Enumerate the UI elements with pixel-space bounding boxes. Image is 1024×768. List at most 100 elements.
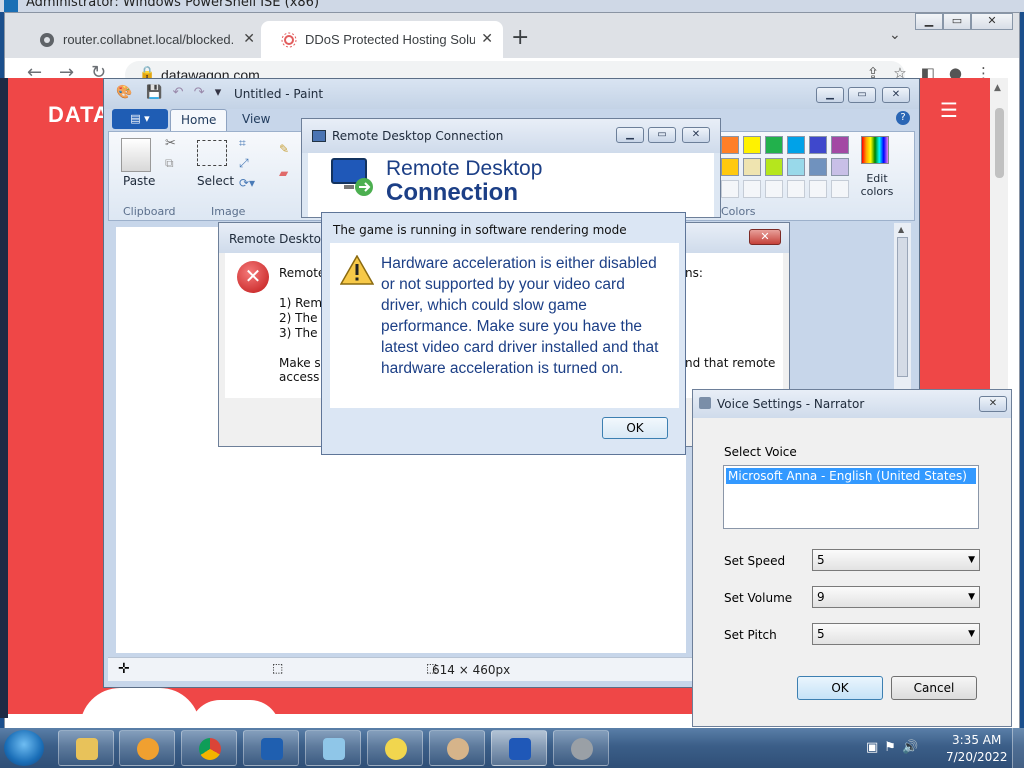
color-swatch[interactable] [721,158,739,176]
clock-date[interactable]: 7/20/2022 [946,750,1008,764]
speed-dropdown[interactable]: 5 ▼ [812,549,980,571]
empty-color-swatch[interactable] [831,180,849,198]
taskbar-paint[interactable] [429,730,485,766]
taskbar-explorer[interactable] [58,730,114,766]
minimize-button[interactable]: ▁ [616,127,644,143]
color-swatch[interactable] [809,136,827,154]
color-swatch[interactable] [765,158,783,176]
ok-button[interactable]: OK [797,676,883,700]
color-swatch[interactable] [809,158,827,176]
ok-button[interactable]: OK [602,417,668,439]
color-swatch[interactable] [743,158,761,176]
taskbar-remote-desktop[interactable] [491,730,547,766]
tab-router-blocked[interactable]: router.collabnet.local/blocked.ph ✕ [19,21,265,58]
new-tab-button[interactable]: + [511,25,529,50]
edit-colors-icon[interactable] [861,136,889,164]
maximize-button[interactable]: ▭ [943,13,971,30]
error-line-tail: nd that remote [685,356,776,370]
scroll-up-arrow-icon[interactable]: ▲ [898,225,904,234]
action-center-icon[interactable]: ⚑ [884,740,902,755]
network-icon[interactable]: ▣ [866,740,884,755]
taskbar-powershell[interactable] [243,730,299,766]
tab-view[interactable]: View [232,109,280,131]
cut-icon[interactable]: ✂ [165,136,176,151]
edit-colors-label[interactable]: Edit colors [857,172,897,198]
powershell-icon [261,738,283,760]
empty-color-swatch[interactable] [721,180,739,198]
maximize-button[interactable]: ▭ [848,87,876,103]
rotate-icon[interactable]: ⟳▾ [239,176,255,190]
taskbar-settings[interactable] [553,730,609,766]
select-icon[interactable] [197,140,227,166]
paint-menu-button[interactable]: ▤ ▾ [112,109,168,129]
close-button[interactable]: ✕ [979,396,1007,412]
copy-icon[interactable]: ⧉ [165,156,174,171]
pitch-label: Set Pitch [724,628,777,642]
close-button[interactable]: ✕ [749,229,781,245]
taskbar-narrator[interactable] [367,730,423,766]
dropdown-arrow-icon: ▼ [968,629,975,639]
color-swatch[interactable] [765,136,783,154]
cancel-button[interactable]: Cancel [891,676,977,700]
crop-icon[interactable]: ⌗ [239,136,246,151]
color-swatch[interactable] [831,158,849,176]
empty-color-swatch[interactable] [787,180,805,198]
taskbar-chrome[interactable] [181,730,237,766]
scrollbar-thumb[interactable] [995,108,1004,178]
maximize-button[interactable]: ▭ [648,127,676,143]
close-icon[interactable]: ✕ [243,30,255,47]
color-swatch[interactable] [787,136,805,154]
tab-home[interactable]: Home [170,109,228,131]
paint-title: Untitled - Paint [234,87,324,101]
minimize-button[interactable]: ▁ [816,87,844,103]
powershell-titlebar[interactable]: Administrator: Windows PowerShell ISE (x… [0,0,1024,12]
voice-listbox[interactable]: Microsoft Anna - English (United States) [723,465,979,529]
close-button[interactable]: ✕ [882,87,910,103]
resize-icon[interactable]: ⤢ [239,156,249,171]
gear-icon [571,738,593,760]
rdc-banner: Remote Desktop Connection [308,153,714,217]
chevron-down-icon[interactable]: ⌄ [889,27,901,43]
pitch-dropdown[interactable]: 5 ▼ [812,623,980,645]
scrollbar-thumb[interactable] [897,237,908,377]
customize-dropdown-icon[interactable]: ▾ [215,85,222,100]
close-button[interactable]: ✕ [682,127,710,143]
eraser-icon[interactable]: ▰ [279,166,288,180]
empty-color-swatch[interactable] [809,180,827,198]
start-button[interactable] [4,730,44,766]
volume-dropdown[interactable]: 9 ▼ [812,586,980,608]
close-icon[interactable]: ✕ [481,30,493,47]
show-desktop-button[interactable] [1012,728,1024,768]
narrator-titlebar[interactable]: Voice Settings - Narrator ✕ [693,390,1011,418]
voice-list-item[interactable]: Microsoft Anna - English (United States) [726,468,976,484]
remote-desktop-icon [331,158,373,196]
taskbar-notepad[interactable] [305,730,361,766]
pitch-value: 5 [817,627,825,641]
close-button[interactable]: ✕ [971,13,1013,30]
color-swatch[interactable] [721,136,739,154]
paint-titlebar[interactable]: 🎨 💾 ↶ ↷ ▾ Untitled - Paint ▁ ▭ ✕ [104,79,919,109]
tab-ddos-hosting[interactable]: DDoS Protected Hosting Solution ✕ [261,21,503,58]
undo-icon[interactable]: ↶ [173,85,184,100]
save-icon[interactable]: 💾 [146,85,162,100]
empty-color-swatch[interactable] [765,180,783,198]
redo-icon[interactable]: ↷ [194,85,205,100]
pencil-icon[interactable]: ✎ [279,142,289,156]
paste-label[interactable]: Paste [123,174,155,188]
color-swatch[interactable] [831,136,849,154]
clipboard-icon[interactable] [121,138,151,172]
clock-time[interactable]: 3:35 AM [952,733,1001,747]
scroll-up-arrow-icon[interactable]: ▲ [994,83,1001,93]
site-logo[interactable]: DATA [48,102,110,128]
select-label[interactable]: Select [197,174,234,188]
color-swatch[interactable] [743,136,761,154]
dialog-body: Hardware acceleration is either disabled… [330,243,679,408]
help-icon[interactable]: ? [896,111,910,125]
rdc-titlebar[interactable]: Remote Desktop Connection ▁ ▭ ✕ [302,119,720,153]
empty-color-swatch[interactable] [743,180,761,198]
hamburger-menu-icon[interactable]: ☰ [940,98,958,122]
color-swatch[interactable] [787,158,805,176]
taskbar-media-player[interactable] [119,730,175,766]
minimize-button[interactable]: ▁ [915,13,943,30]
volume-icon[interactable]: 🔊 [902,740,924,755]
